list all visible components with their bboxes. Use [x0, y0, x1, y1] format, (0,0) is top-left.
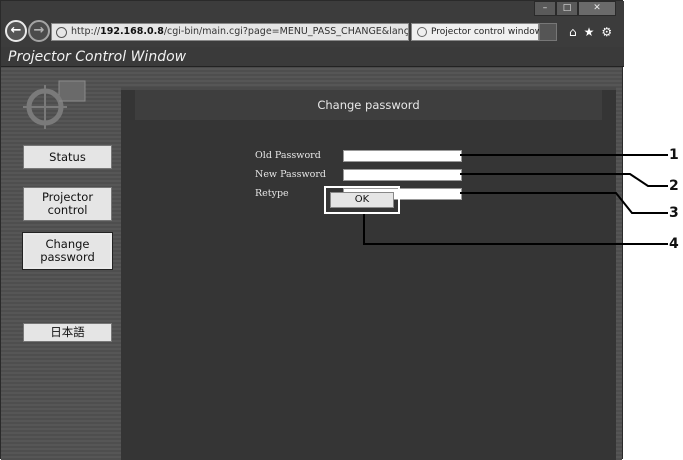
back-button[interactable]: ← — [5, 20, 27, 42]
home-icon[interactable]: ⌂ — [569, 25, 577, 39]
old-password-label: Old Password — [255, 150, 321, 162]
sidebar-item-projector-control[interactable]: Projector control — [23, 187, 112, 221]
maximize-button[interactable]: □ — [556, 1, 578, 16]
new-password-field[interactable] — [343, 169, 462, 181]
sidebar-item-change-password[interactable]: Change password — [23, 233, 112, 269]
tab-favicon-icon — [417, 27, 427, 37]
new-tab-button[interactable] — [539, 23, 557, 41]
sidebar-item-label: 日本語 — [50, 326, 85, 339]
minimize-button[interactable]: – — [534, 1, 556, 16]
url-path: /cgi-bin/main.cgi?page=MENU_PASS_CHANGE&… — [164, 24, 409, 40]
browser-chrome: – □ ✕ ← → http:// 192.168.0.8 /cgi-bin/m… — [1, 1, 624, 47]
main-panel: Change password — [121, 87, 616, 460]
ok-button[interactable]: OK — [330, 192, 394, 208]
url-prefix: http:// — [71, 24, 100, 40]
callout-2: 2 — [669, 178, 683, 194]
favorites-icon[interactable]: ★ — [584, 25, 595, 39]
new-password-label: New Password — [255, 169, 326, 181]
forward-button[interactable]: → — [28, 20, 50, 42]
browser-tab[interactable]: Projector control window × — [411, 23, 539, 41]
sidebar-item-label: Projector control — [42, 191, 93, 217]
page-title: Change password — [135, 90, 602, 120]
sidebar-item-japanese[interactable]: 日本語 — [23, 323, 112, 342]
projector-logo-icon — [23, 77, 99, 133]
sidebar-item-status[interactable]: Status — [23, 145, 112, 169]
tab-title: Projector control window — [431, 24, 542, 40]
close-button[interactable]: ✕ — [578, 1, 616, 16]
page-icon — [56, 27, 67, 38]
address-bar[interactable]: http:// 192.168.0.8 /cgi-bin/main.cgi?pa… — [51, 23, 409, 41]
settings-icon[interactable]: ⚙ — [601, 25, 612, 39]
ok-button-highlight: OK — [324, 186, 400, 214]
callout-4: 4 — [669, 236, 683, 252]
callout-1: 1 — [669, 147, 683, 163]
sidebar-item-label: Change password — [40, 238, 95, 264]
browser-window: – □ ✕ ← → http:// 192.168.0.8 /cgi-bin/m… — [0, 0, 623, 459]
callout-3: 3 — [669, 205, 683, 221]
retype-label: Retype — [255, 188, 289, 200]
old-password-field[interactable] — [343, 150, 462, 162]
browser-toolbar: ⌂ ★ ⚙ — [569, 25, 612, 39]
app-title: Projector Control Window — [1, 47, 624, 67]
sidebar-item-label: Status — [49, 151, 86, 164]
url-host: 192.168.0.8 — [100, 24, 164, 40]
window-controls: – □ ✕ — [534, 1, 616, 16]
